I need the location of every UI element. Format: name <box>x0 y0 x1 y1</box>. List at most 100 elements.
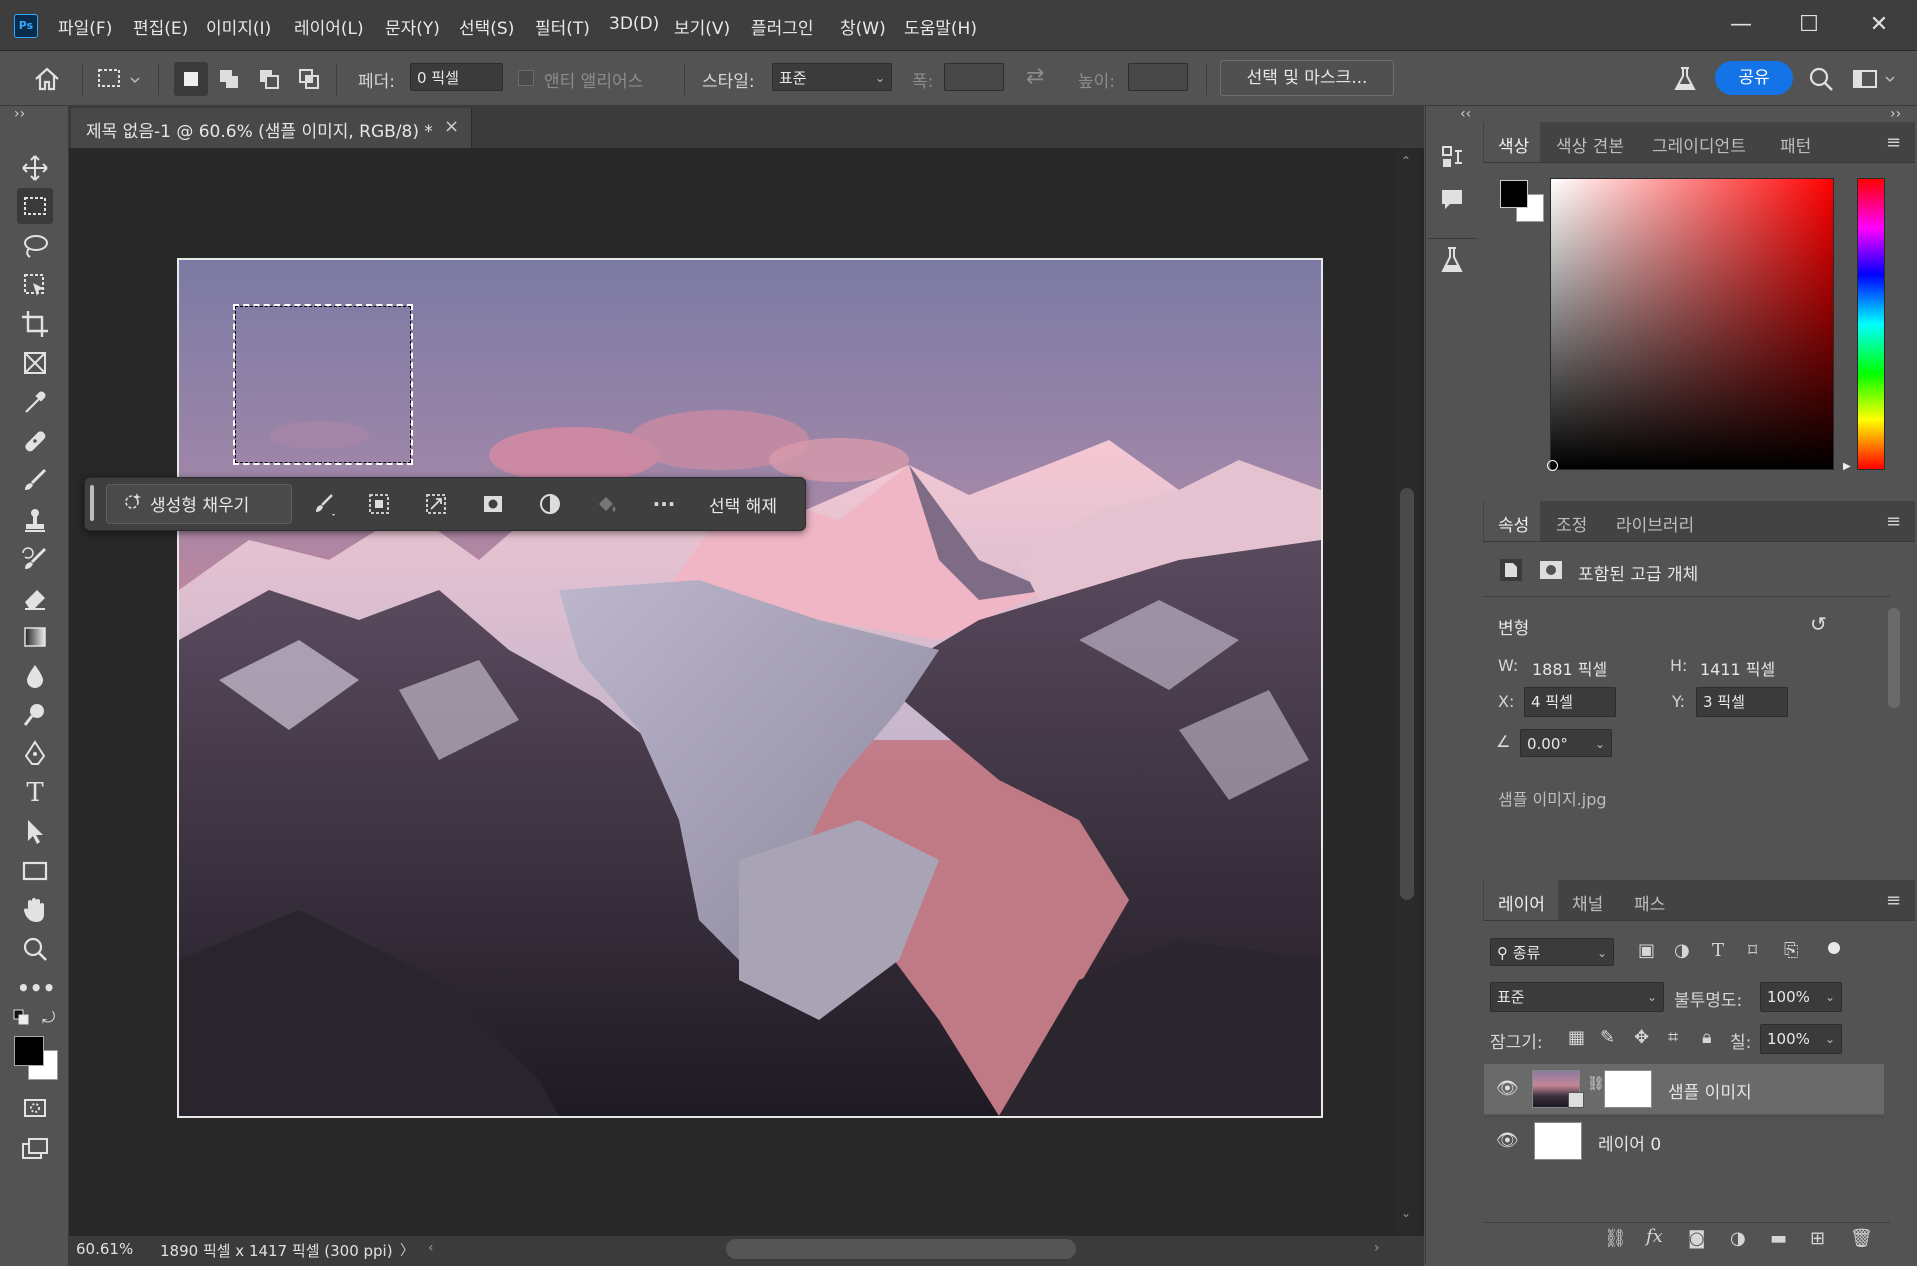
create-mask-icon[interactable] <box>479 490 507 518</box>
eraser-tool-icon[interactable] <box>17 580 53 616</box>
link-chain-icon[interactable]: ⛓ <box>1587 1076 1605 1092</box>
hand-tool-icon[interactable] <box>17 892 53 928</box>
blur-tool-icon[interactable] <box>17 658 53 694</box>
foreground-color-swatch[interactable] <box>14 1036 44 1066</box>
zoom-tool-icon[interactable] <box>17 931 53 967</box>
y-position-input[interactable]: 3 픽셀 <box>1696 687 1788 717</box>
collapse-tools-icon[interactable]: ›› <box>14 106 25 122</box>
tab-channels[interactable]: 채널 <box>1572 890 1603 915</box>
height-input[interactable] <box>1128 63 1188 91</box>
fill-input[interactable]: 100% ⌄ <box>1760 1024 1842 1054</box>
width-input[interactable] <box>944 63 1004 91</box>
properties-scroll-thumb[interactable] <box>1888 608 1900 708</box>
more-tools-icon[interactable]: ••• <box>17 970 55 1006</box>
tab-paths[interactable]: 패스 <box>1634 890 1665 915</box>
eyedropper-tool-icon[interactable] <box>17 384 53 420</box>
clone-stamp-tool-icon[interactable] <box>17 502 53 538</box>
home-icon[interactable] <box>32 64 62 94</box>
subtract-selection-icon[interactable] <box>254 64 284 94</box>
move-tool-icon[interactable] <box>17 150 53 186</box>
color-panel-menu-icon[interactable]: ≡ <box>1886 132 1901 153</box>
frame-tool-icon[interactable] <box>17 345 53 381</box>
new-selection-icon[interactable] <box>174 62 208 96</box>
selection-marquee[interactable] <box>233 304 413 465</box>
status-menu-arrow-icon[interactable]: 〉 <box>400 1240 414 1260</box>
object-selection-tool-icon[interactable] <box>17 267 53 303</box>
healing-brush-tool-icon[interactable] <box>17 423 53 459</box>
swap-colors-icon[interactable]: ⤾ <box>42 1008 55 1028</box>
lock-all-icon[interactable]: 🔒︎ <box>1702 1027 1712 1048</box>
history-brush-tool-icon[interactable] <box>17 541 53 577</box>
filter-pixel-icon[interactable]: ▣ <box>1638 940 1655 961</box>
drag-handle[interactable] <box>90 485 94 521</box>
scroll-down-icon[interactable]: ⌄ <box>1401 1206 1411 1220</box>
angle-input[interactable]: 0.00° ⌄ <box>1520 729 1612 757</box>
lock-artboard-icon[interactable]: ⌗ <box>1668 1027 1678 1048</box>
collapse-dock-icon[interactable]: ›› <box>1890 106 1901 122</box>
foreground-swatch[interactable] <box>1500 180 1528 208</box>
blend-mode-select[interactable]: 표준 ⌄ <box>1490 982 1664 1012</box>
tab-layers[interactable]: 레이어 <box>1498 890 1545 915</box>
antialias-checkbox[interactable] <box>518 70 534 86</box>
new-layer-icon[interactable]: ⊞ <box>1810 1228 1825 1249</box>
layers-panel-menu-icon[interactable]: ≡ <box>1886 890 1901 911</box>
menu-layer[interactable]: 레이어(L) <box>294 14 364 39</box>
history-panel-icon[interactable] <box>1436 141 1468 173</box>
tab-swatches[interactable]: 색상 견본 <box>1556 132 1624 157</box>
menu-file[interactable]: 파일(F) <box>58 14 112 39</box>
menu-help[interactable]: 도움말(H) <box>904 14 977 39</box>
tab-adjustments[interactable]: 조정 <box>1556 511 1587 536</box>
visibility-eye-icon[interactable]: 👁︎ <box>1496 1078 1519 1099</box>
expand-panels-icon[interactable]: ‹‹ <box>1460 106 1471 122</box>
vertical-scroll-thumb[interactable] <box>1400 488 1414 900</box>
pen-tool-icon[interactable] <box>17 736 53 772</box>
new-group-folder-icon[interactable]: ▬ <box>1770 1228 1787 1249</box>
add-selection-icon[interactable] <box>214 64 244 94</box>
menu-3d[interactable]: 3D(D) <box>609 14 659 34</box>
path-selection-tool-icon[interactable] <box>17 814 53 850</box>
search-icon[interactable] <box>1806 64 1836 94</box>
hue-slider-handle-icon[interactable]: ▶ <box>1843 461 1851 472</box>
invert-selection-icon[interactable] <box>365 490 393 518</box>
zoom-level[interactable]: 60.61% <box>76 1240 133 1258</box>
tab-gradients[interactable]: 그레이디언트 <box>1652 132 1746 157</box>
rectangular-marquee-tool-icon[interactable] <box>17 188 53 224</box>
menu-type[interactable]: 문자(Y) <box>385 14 440 39</box>
more-options-icon[interactable]: ··· <box>650 490 678 518</box>
new-adjustment-layer-icon[interactable]: ◑ <box>1730 1228 1746 1249</box>
layer-mask-thumbnail[interactable] <box>1604 1070 1652 1108</box>
quick-mask-icon[interactable] <box>17 1090 53 1126</box>
tab-properties[interactable]: 속성 <box>1498 511 1529 536</box>
delete-layer-trash-icon[interactable]: 🗑︎ <box>1850 1228 1873 1249</box>
default-colors-icon[interactable] <box>12 1008 32 1033</box>
layer-name[interactable]: 레이어 0 <box>1598 1130 1661 1155</box>
deselect-button[interactable]: 선택 해제 <box>709 492 777 517</box>
scroll-right-icon[interactable]: › <box>1374 1240 1380 1256</box>
filter-shape-icon[interactable]: ⌑ <box>1748 940 1757 961</box>
share-button[interactable]: 공유 <box>1715 61 1793 95</box>
x-position-input[interactable]: 4 픽셀 <box>1524 687 1616 717</box>
menu-filter[interactable]: 필터(T) <box>535 14 590 39</box>
tab-patterns[interactable]: 패턴 <box>1780 132 1811 157</box>
close-icon[interactable]: ✕ <box>1862 8 1896 42</box>
rectangle-tool-icon[interactable] <box>17 853 53 889</box>
adjustment-layer-icon[interactable] <box>536 490 564 518</box>
lock-transparent-icon[interactable]: ▦ <box>1568 1027 1585 1048</box>
reset-transform-icon[interactable]: ↺ <box>1810 612 1827 636</box>
intersect-selection-icon[interactable] <box>294 64 324 94</box>
modify-selection-brush-icon[interactable] <box>310 490 338 518</box>
menu-view[interactable]: 보기(V) <box>674 14 730 39</box>
menu-window[interactable]: 창(W) <box>840 14 886 39</box>
swap-icon[interactable]: ⇄ <box>1026 64 1044 89</box>
comments-panel-icon[interactable] <box>1436 183 1468 215</box>
tab-libraries[interactable]: 라이브러리 <box>1616 511 1694 536</box>
gradient-tool-icon[interactable] <box>17 619 53 655</box>
marquee-preset-icon[interactable] <box>95 64 140 94</box>
filter-smart-object-icon[interactable]: ⎘ <box>1784 940 1798 961</box>
menu-select[interactable]: 선택(S) <box>459 14 514 39</box>
link-layers-icon[interactable]: ⛓ <box>1604 1228 1627 1249</box>
lasso-tool-icon[interactable] <box>17 228 53 264</box>
labs-flask-icon[interactable] <box>1670 64 1700 94</box>
opacity-input[interactable]: 100% ⌄ <box>1760 982 1842 1012</box>
style-select[interactable]: 표준 ⌄ <box>772 63 892 91</box>
